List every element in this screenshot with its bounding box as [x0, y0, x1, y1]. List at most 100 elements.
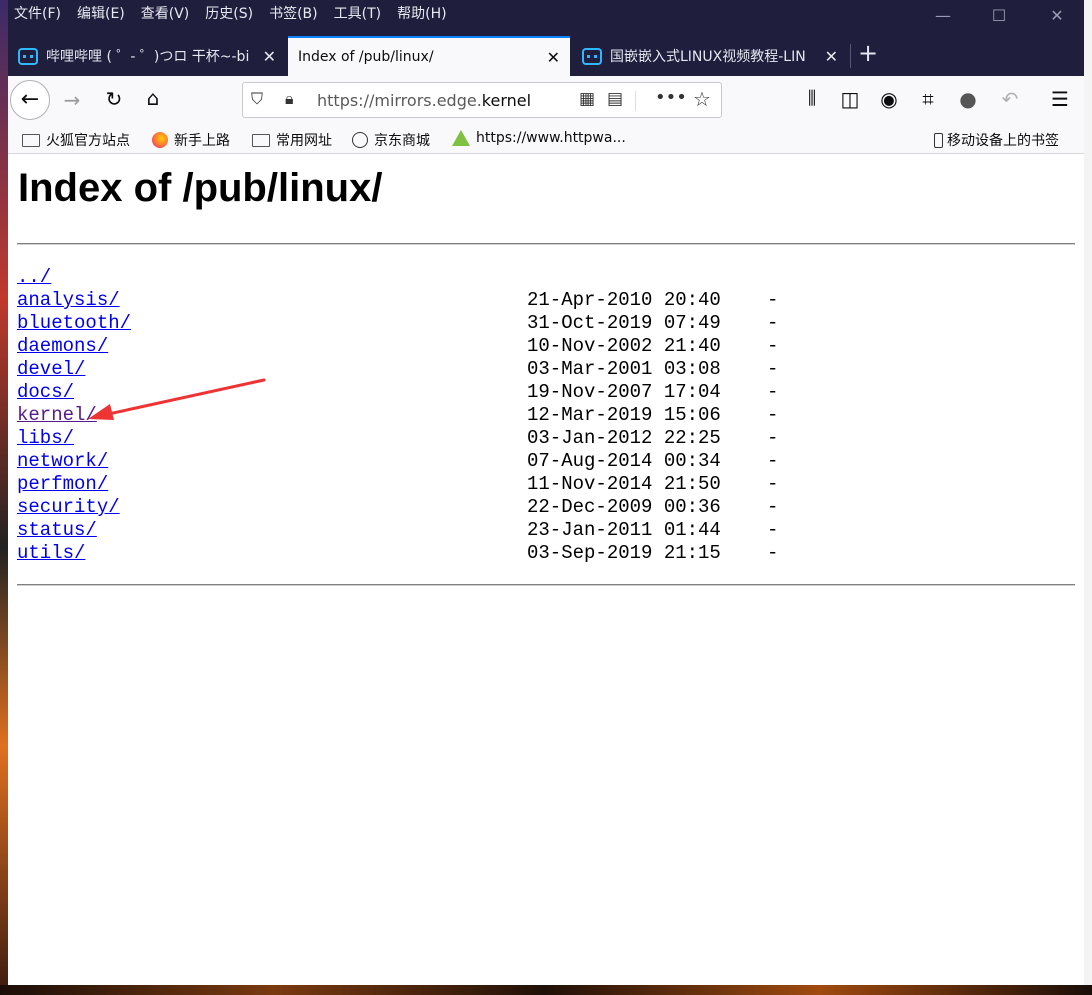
desktop-right-strip [1084, 0, 1092, 995]
desktop-bottom-strip [0, 985, 1092, 995]
menu-tools[interactable]: 工具(T) [334, 3, 381, 23]
entry-size: - [767, 496, 779, 518]
url-text[interactable]: https://mirrors.edge.kernel [317, 91, 543, 110]
bookmark-httpwatch[interactable]: https://www.httpwa... [452, 130, 626, 146]
dir-link-network[interactable]: network/ [17, 450, 108, 472]
menu-view[interactable]: 查看(V) [141, 3, 190, 23]
entry-size: - [767, 381, 779, 403]
chat-icon[interactable]: ● [952, 87, 984, 111]
bookmark-star-icon[interactable]: ☆ [693, 87, 711, 111]
bookmark-getting-started[interactable]: 新手上路 [152, 130, 230, 150]
dir-link-utils[interactable]: utils/ [17, 542, 85, 564]
maximize-button[interactable]: ☐ [984, 6, 1014, 25]
bilibili-icon [582, 47, 602, 65]
reader-view-icon[interactable]: ▤ [607, 89, 623, 109]
listing-row-parent: ../ [17, 266, 131, 289]
url-bar[interactable]: ⛉ 🔒︎ https://mirrors.edge.kernel ▦ ▤ •••… [242, 82, 722, 118]
menu-bar: 文件(F) 编辑(E) 查看(V) 历史(S) 书签(B) 工具(T) 帮助(H… [8, 0, 1084, 36]
entry-size: - [767, 427, 779, 449]
library-icon[interactable]: ⫼ [796, 88, 828, 109]
menu-bookmarks[interactable]: 书签(B) [269, 3, 318, 23]
tab-bilibili[interactable]: 哔哩哔哩 ( ゜- ゜)つロ 干杯~-bi ✕ [8, 36, 286, 76]
parent-directory-link[interactable]: ../ [17, 266, 51, 288]
entry-date: 22-Dec-2009 00:36 [527, 496, 721, 518]
bookmark-label: 常用网址 [276, 133, 332, 149]
dir-link-bluetooth[interactable]: bluetooth/ [17, 312, 131, 334]
navigation-toolbar: ← → ↻ ⌂ ⛉ 🔒︎ https://mirrors.edge.kernel… [8, 76, 1084, 126]
listing-row: daemons/10-Nov-2002 21:40 - [17, 335, 778, 358]
tab-close-icon[interactable]: ✕ [825, 47, 838, 66]
lock-icon[interactable]: 🔒︎ [285, 89, 294, 109]
entry-size: - [767, 542, 779, 564]
tab-title: 国嵌嵌入式LINUX视频教程-LIN [610, 49, 806, 65]
listing-row: network/07-Aug-2014 00:34 - [17, 450, 778, 473]
tab-close-icon[interactable]: ✕ [263, 47, 276, 66]
bookmark-mobile[interactable]: 移动设备上的书签 [934, 130, 1059, 150]
bottom-divider [17, 584, 1075, 586]
dir-link-analysis[interactable]: analysis/ [17, 289, 120, 311]
bookmark-label: 移动设备上的书签 [947, 133, 1059, 149]
dir-link-status[interactable]: status/ [17, 519, 97, 541]
bookmark-jd[interactable]: 京东商城 [352, 130, 430, 150]
bookmark-label: https://www.httpwa... [476, 130, 626, 146]
folder-icon [22, 133, 40, 147]
dir-link-devel[interactable]: devel/ [17, 358, 85, 380]
tab-separator [850, 44, 851, 68]
page-actions-icon[interactable]: ••• [655, 87, 687, 108]
top-divider [17, 243, 1075, 245]
menu-history[interactable]: 历史(S) [205, 3, 253, 23]
entry-size: - [767, 519, 779, 541]
url-bar-separator [635, 91, 636, 111]
sidebar-icon[interactable]: ◫ [834, 87, 866, 111]
qr-code-icon[interactable]: ▦ [579, 89, 595, 109]
bookmark-common-sites[interactable]: 常用网址 [252, 130, 332, 150]
dir-link-libs[interactable]: libs/ [17, 427, 74, 449]
entry-size: - [767, 358, 779, 380]
page-title: Index of /pub/linux/ [18, 166, 383, 210]
menu-edit[interactable]: 编辑(E) [77, 3, 125, 23]
reload-icon[interactable]: ↻ [98, 87, 130, 111]
entry-date: 19-Nov-2007 17:04 [527, 381, 721, 403]
browser-window: 文件(F) 编辑(E) 查看(V) 历史(S) 书签(B) 工具(T) 帮助(H… [8, 0, 1084, 985]
entry-date: 11-Nov-2014 21:50 [527, 473, 721, 495]
dir-link-daemons[interactable]: daemons/ [17, 335, 108, 357]
bookmark-firefox-site[interactable]: 火狐官方站点 [22, 130, 130, 150]
desktop-left-strip [0, 0, 8, 995]
entry-size: - [767, 335, 779, 357]
folder-icon [252, 133, 270, 147]
entry-size: - [767, 473, 779, 495]
tab-index-pub-linux[interactable]: Index of /pub/linux/ ✕ [288, 36, 570, 76]
back-arrow-icon[interactable]: ← [10, 80, 50, 120]
menu-list: 文件(F) 编辑(E) 查看(V) 历史(S) 书签(B) 工具(T) 帮助(H… [14, 3, 447, 23]
dir-link-perfmon[interactable]: perfmon/ [17, 473, 108, 495]
entry-date: 03-Sep-2019 21:15 [527, 542, 721, 564]
bookmark-label: 京东商城 [374, 133, 430, 149]
new-tab-button[interactable]: + [858, 39, 878, 67]
home-icon[interactable]: ⌂ [137, 86, 169, 110]
tab-linux-video[interactable]: 国嵌嵌入式LINUX视频教程-LIN ✕ [572, 36, 848, 76]
listing-row: status/23-Jan-2011 01:44 - [17, 519, 778, 542]
entry-date: 10-Nov-2002 21:40 [527, 335, 721, 357]
screenshot-icon[interactable]: ⌗ [912, 87, 944, 111]
listing-row: analysis/21-Apr-2010 20:40 - [17, 289, 778, 312]
dir-link-security[interactable]: security/ [17, 496, 120, 518]
tab-close-icon[interactable]: ✕ [547, 48, 560, 67]
hamburger-menu-icon[interactable]: ☰ [1044, 87, 1076, 111]
forward-arrow-icon[interactable]: → [56, 88, 88, 112]
tracking-shield-icon[interactable]: ⛉ [251, 89, 263, 109]
listing-row: libs/03-Jan-2012 22:25 - [17, 427, 778, 450]
entry-date: 03-Jan-2012 22:25 [527, 427, 721, 449]
menu-file[interactable]: 文件(F) [14, 3, 61, 23]
entry-date: 03-Mar-2001 03:08 [527, 358, 721, 380]
close-window-button[interactable]: ✕ [1042, 6, 1072, 25]
account-icon[interactable]: ◉ [873, 87, 905, 111]
entry-date: 12-Mar-2019 15:06 [527, 404, 721, 426]
undo-icon[interactable]: ↶ [994, 87, 1026, 111]
entry-size: - [767, 312, 779, 334]
entry-size: - [767, 404, 779, 426]
minimize-button[interactable]: — [928, 6, 958, 25]
menu-help[interactable]: 帮助(H) [397, 3, 446, 23]
dir-link-docs[interactable]: docs/ [17, 381, 74, 403]
annotation-arrow-icon [88, 378, 266, 420]
bookmark-label: 新手上路 [174, 133, 230, 149]
